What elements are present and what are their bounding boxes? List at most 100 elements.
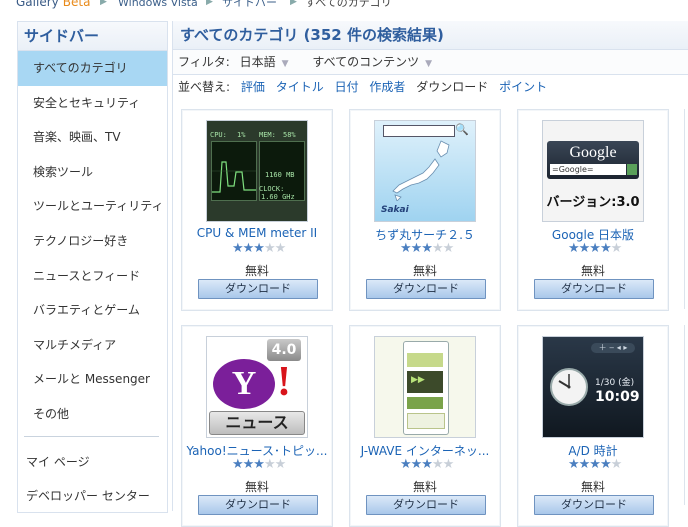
language-value: 日本語 <box>239 55 276 69</box>
jwave-bar <box>407 397 443 409</box>
gadget-card[interactable]: 🔍 Sakai ちず丸サーチ２.５ ★★★★★ 無料 ダウンロード <box>349 109 501 311</box>
beta-badge: Beta <box>62 0 91 9</box>
sidebar-item-news-feeds[interactable]: ニュースとフィード <box>18 259 167 294</box>
sort-by-date[interactable]: 日付 <box>335 80 359 94</box>
chevron-right-icon: ▶ <box>206 0 213 7</box>
breadcrumb-item-sidebar[interactable]: サイドバー <box>222 0 277 11</box>
page-title: すべてのカテゴリ (352 件の検索結果) <box>173 21 688 50</box>
mem-label: MEM: <box>259 131 276 139</box>
sort-by-title[interactable]: タイトル <box>276 80 324 94</box>
breadcrumb: Gallery Beta ▶ Windows Vista ▶ サイドバー ▶ すべ… <box>0 0 688 11</box>
rating-stars: ★★★★★ <box>400 241 460 256</box>
download-button[interactable]: ダウンロード <box>198 279 318 299</box>
gadget-price: 無料 <box>580 264 605 278</box>
sidebar-item-mail-messenger[interactable]: メールと Messenger <box>18 362 167 397</box>
sidebar-item-music-movies-tv[interactable]: 音楽、映画、TV <box>18 120 167 155</box>
japan-map-icon <box>392 140 450 201</box>
gadget-card-clipped <box>684 109 688 309</box>
rating-stars: ★★★★★ <box>400 457 460 472</box>
gadget-card[interactable]: Google =Google= バージョン:3.0 Google 日本版 ★★★… <box>517 109 669 311</box>
gadget-price: 無料 <box>412 264 437 278</box>
sort-by-author[interactable]: 作成者 <box>369 80 405 94</box>
sidebar-title: サイドバー <box>18 22 167 51</box>
content-value: すべてのコンテンツ <box>312 55 420 69</box>
rating-stars: ★★★★★ <box>568 457 628 472</box>
star-filled-icon: ★★★ <box>400 241 433 256</box>
yahoo-logo-bang: ! <box>277 359 291 405</box>
rating-stars: ★★★★★ <box>568 241 628 256</box>
gadget-price: 無料 <box>244 264 269 278</box>
download-button[interactable]: ダウンロード <box>534 279 654 299</box>
map-search-input <box>383 125 455 137</box>
sakai-logo: Sakai <box>381 205 409 215</box>
filter-label: フィルタ: <box>178 55 230 69</box>
sort-by-downloads[interactable]: ダウンロード <box>416 80 488 94</box>
gadget-name[interactable]: CPU & MEM meter II <box>182 226 332 240</box>
download-button[interactable]: ダウンロード <box>366 495 486 515</box>
download-button[interactable]: ダウンロード <box>366 279 486 299</box>
sidebar-item-tech[interactable]: テクノロジー好き <box>18 224 167 259</box>
yahoo-news-label: ニュース <box>209 411 305 435</box>
sidebar-link-my-page[interactable]: マイ ページ <box>18 445 167 479</box>
star-empty-icon: ★ <box>610 241 623 256</box>
chevron-right-icon: ▶ <box>100 0 107 7</box>
download-button[interactable]: ダウンロード <box>534 495 654 515</box>
gadget-thumbnail-ad-clock[interactable]: ＋ ‒ ◂ ▸ 1/30 (金) 10:09 <box>542 336 644 438</box>
jwave-banner <box>407 413 445 429</box>
yahoo-logo-y: Y <box>213 359 275 409</box>
cpu-value: 1% <box>237 131 246 139</box>
gadget-card-clipped <box>684 325 688 505</box>
sort-label: 並べ替え: <box>178 80 231 94</box>
analog-clock-icon <box>550 368 588 406</box>
language-dropdown[interactable]: 日本語 ▼ <box>240 50 289 76</box>
star-filled-icon: ★★★ <box>232 457 265 472</box>
clock-value: 1.60 GHz <box>261 193 295 201</box>
gadget-price: 無料 <box>244 480 269 494</box>
jwave-screen <box>407 353 443 367</box>
search-icon <box>627 164 637 175</box>
gadget-thumbnail-jwave[interactable]: ▶▶ <box>374 336 476 438</box>
sidebar: サイドバー すべてのカテゴリ 安全とセキュリティ 音楽、映画、TV 検索ツール … <box>17 21 168 513</box>
sidebar-item-other[interactable]: その他 <box>18 397 167 432</box>
gadget-card[interactable]: ＋ ‒ ◂ ▸ 1/30 (金) 10:09 A/D 時計 ★★★★★ 無料 ダ… <box>517 325 669 527</box>
play-icon: ▶▶ <box>411 375 425 385</box>
cpu-label: CPU: <box>210 131 227 139</box>
google-logo: Google <box>569 144 617 161</box>
google-version: バージョン:3.0 <box>546 195 640 210</box>
star-filled-icon: ★★★ <box>400 457 433 472</box>
chevron-down-icon: ▼ <box>425 59 433 69</box>
star-empty-icon: ★ <box>610 457 623 472</box>
gadget-thumbnail-yahoo-news[interactable]: 4.0 Y ! ニュース <box>206 336 308 438</box>
search-icon: 🔍 <box>455 123 469 136</box>
cpu-graph-svg <box>212 161 256 193</box>
rating-stars: ★★★★★ <box>232 457 292 472</box>
sidebar-item-multimedia[interactable]: マルチメディア <box>18 328 167 363</box>
star-filled-icon: ★★★ <box>232 241 265 256</box>
sidebar-item-search-tools[interactable]: 検索ツール <box>18 155 167 190</box>
breadcrumb-item-vista[interactable]: Windows Vista <box>118 0 198 11</box>
sidebar-divider <box>24 435 159 437</box>
content-dropdown[interactable]: すべてのコンテンツ ▼ <box>312 50 432 76</box>
sidebar-link-developer-center[interactable]: デベロッパー センター <box>18 479 167 513</box>
star-empty-icon: ★★ <box>431 241 454 256</box>
gadget-card[interactable]: 4.0 Y ! ニュース Yahoo!ニュース･トピッ... ★★★★★ 無料 … <box>181 325 333 527</box>
sidebar-item-variety-games[interactable]: バラエティとゲーム <box>18 293 167 328</box>
star-filled-icon: ★★★★ <box>568 241 612 256</box>
clock-time: 10:09 <box>595 389 640 405</box>
sort-by-points[interactable]: ポイント <box>499 80 547 94</box>
sidebar-item-tools-utilities[interactable]: ツールとユーティリティ <box>18 189 167 224</box>
breadcrumb-home[interactable]: Gallery Beta <box>16 0 90 11</box>
sidebar-item-security[interactable]: 安全とセキュリティ <box>18 86 167 121</box>
gadget-price: 無料 <box>412 480 437 494</box>
download-button[interactable]: ダウンロード <box>198 495 318 515</box>
gadget-card[interactable]: CPU: 1% MEM: 58% 1160 MB CLOCK: 1.60 GHz… <box>181 109 333 311</box>
star-filled-icon: ★★★★ <box>568 457 612 472</box>
sort-by-rating[interactable]: 評価 <box>241 80 265 94</box>
gadget-thumbnail-google[interactable]: Google =Google= バージョン:3.0 <box>542 120 644 222</box>
gadget-card[interactable]: ▶▶ J-WAVE インターネッ... ★★★★★ 無料 ダウンロード <box>349 325 501 527</box>
sidebar-item-all-categories[interactable]: すべてのカテゴリ <box>18 51 167 86</box>
filter-bar: フィルタ: 日本語 ▼ すべてのコンテンツ ▼ <box>173 50 688 75</box>
gadget-thumbnail-cpu-meter[interactable]: CPU: 1% MEM: 58% 1160 MB CLOCK: 1.60 GHz <box>206 120 308 222</box>
gadget-thumbnail-chizumaru[interactable]: 🔍 Sakai <box>374 120 476 222</box>
chevron-down-icon: ▼ <box>281 59 289 69</box>
